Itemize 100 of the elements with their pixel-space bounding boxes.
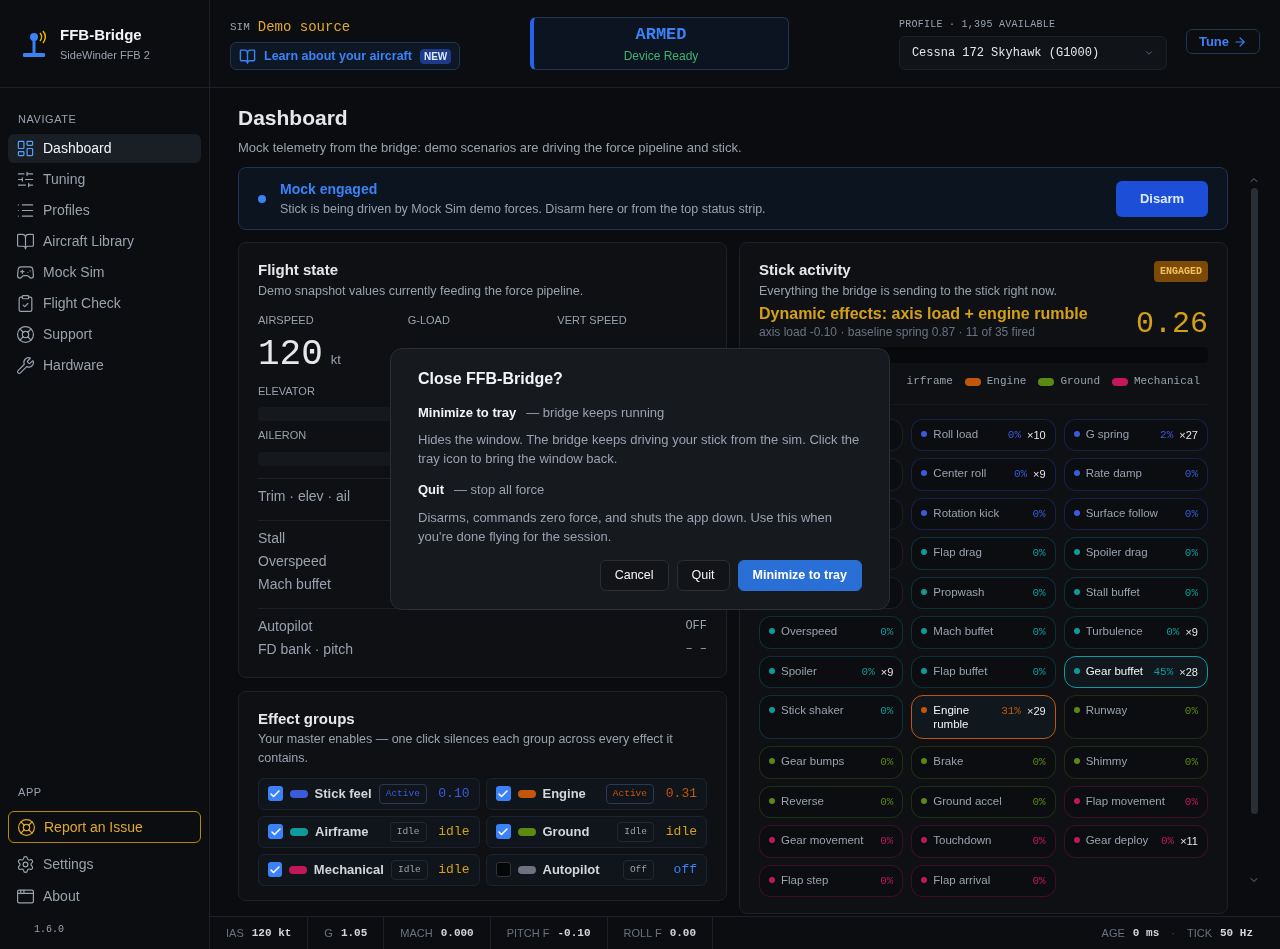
checkbox[interactable] [495,786,511,802]
effect-percent: 0% [1184,506,1198,522]
row-label: Autopilot [258,616,313,636]
effect-name: Gear movement [781,833,865,848]
effect-name: Propwash [933,584,986,599]
bar-label: ELEVATOR [258,383,315,399]
nav-item[interactable]: Dashboard [8,134,201,163]
settings-icon [16,854,35,874]
effect-percent: 0% [1032,873,1046,889]
status-value: 50 Hz [1220,925,1253,941]
nav-item[interactable]: Profiles [8,196,201,225]
page-title: Dashboard [238,105,349,131]
status-value: 0.00 [669,925,697,941]
status-value: -0.10 [557,925,591,941]
status-badge: Off [622,859,654,880]
effect-percent: 0% [861,664,875,680]
option-heading: Quit [418,481,444,499]
group-name: Airframe [315,823,370,841]
checkbox[interactable] [268,862,283,878]
effect-name: Shimmy [1085,754,1129,769]
sim-label: SIM [230,20,250,36]
tune-button[interactable]: Tune [1185,29,1260,54]
group-value: idle [437,861,470,879]
checkbox[interactable] [495,824,511,840]
effect-name: Turbulence [1085,624,1144,639]
dialog-button[interactable]: Cancel [599,559,669,591]
grid-icon [16,139,35,158]
effect-percent: 0% [1184,585,1198,601]
fire-count: ×9 [1185,625,1198,641]
profile-select[interactable]: Cessna 172 Skyhawk (G1000) [898,36,1167,70]
page-subtitle: Mock telemetry from the bridge: demo scenarios are driving the force pipeline and stick. [238,138,743,157]
nav-item[interactable]: Tuning [8,165,201,194]
checkbox[interactable] [268,786,283,802]
nav-item[interactable]: Hardware [8,351,201,380]
fire-count: ×10 [1027,427,1046,443]
learn-aircraft-button[interactable]: Learn about your aircraft NEW [230,42,461,70]
checkbox[interactable] [268,824,283,840]
effect-percent: 0% [880,755,894,771]
section-label: NAVIGATE [18,113,77,125]
effect-name: Gear deploy [1085,833,1150,848]
row-label: Overspeed [258,551,327,571]
status-badge: Idle [617,821,654,842]
effect-name: Spoiler drag [1085,545,1149,560]
nav-item[interactable]: Mock Sim [8,258,201,287]
scrollbar-thumb[interactable] [1250,188,1258,814]
check-icon [269,863,282,876]
banner-text: Stick is being driven by Mock Sim demo forces. Disarm here or from the top status strip. [280,200,767,218]
effect-name: Reverse [781,793,825,808]
card-title: Stick activity [759,260,852,280]
nav-item[interactable]: Support [8,320,201,349]
fire-count: ×29 [1027,704,1046,720]
effect-percent: 0% [1007,427,1021,443]
option-note: — stop all force [454,481,545,499]
group-name: Mechanical [313,861,384,879]
effect-name: Roll load [933,426,980,441]
fire-count: ×11 [1180,834,1198,850]
group-value: 0.31 [664,785,697,803]
option-note: — bridge keeps running [526,403,665,422]
lifebuoy-icon [16,325,35,344]
group-value: idle [437,823,470,841]
effect-name: Flap drag [933,545,983,560]
group-name: Engine [542,785,587,803]
device-name: SideWinder FFB 2 [60,47,150,63]
group-value: idle [664,823,697,841]
effect-percent: 0% [1160,834,1175,850]
card-subtitle: Everything the bridge is sending to the stick right now. [759,282,1058,300]
option-description: Disarms, commands zero force, and shuts the app down. Use this when you're done flying for the session. [418,508,834,546]
effects-headline: Dynamic effects: axis load + engine rumble [759,304,1088,324]
checkbox[interactable] [495,862,511,878]
status-label: PITCH F [506,925,550,941]
status-label: G [324,925,333,941]
row-label: Trim · elev · ail [258,486,351,506]
wrench-icon [16,356,35,375]
effect-percent: 31% [1001,704,1021,720]
check-icon [269,787,282,800]
clipboard-check-icon [16,294,35,313]
sliders-icon [16,170,35,189]
group-value: off [672,861,697,879]
nav-item[interactable]: Flight Check [8,289,201,318]
effect-percent: 0% [880,834,894,850]
nav-item[interactable]: Settings [8,849,201,879]
effect-percent: 0% [1184,755,1198,771]
disarm-button[interactable]: Disarm [1115,180,1208,217]
effect-name: Flap movement [1085,793,1166,808]
effect-name: Ground accel [933,793,1003,808]
section-label: APP [18,786,42,798]
report-issue-button[interactable]: Report an Issue [8,811,201,843]
card-title: Flight state [258,260,339,280]
lifebuoy-icon [17,817,36,837]
status-badge: Idle [389,821,427,842]
nav-item[interactable]: About [8,881,201,911]
dialog-button[interactable]: Quit [676,559,730,591]
check-icon [497,787,509,800]
nav-item[interactable]: Aircraft Library [8,227,201,256]
dialog-button[interactable]: Minimize to tray [737,559,862,591]
stat-label: G-LOAD [407,313,450,329]
status-label: TICK [1186,925,1212,941]
effect-name: Rate damp [1085,466,1143,481]
card-subtitle: Your master enables — one click silences each group across every effect it contains. [258,731,674,767]
effect-percent: 0% [1032,834,1046,850]
